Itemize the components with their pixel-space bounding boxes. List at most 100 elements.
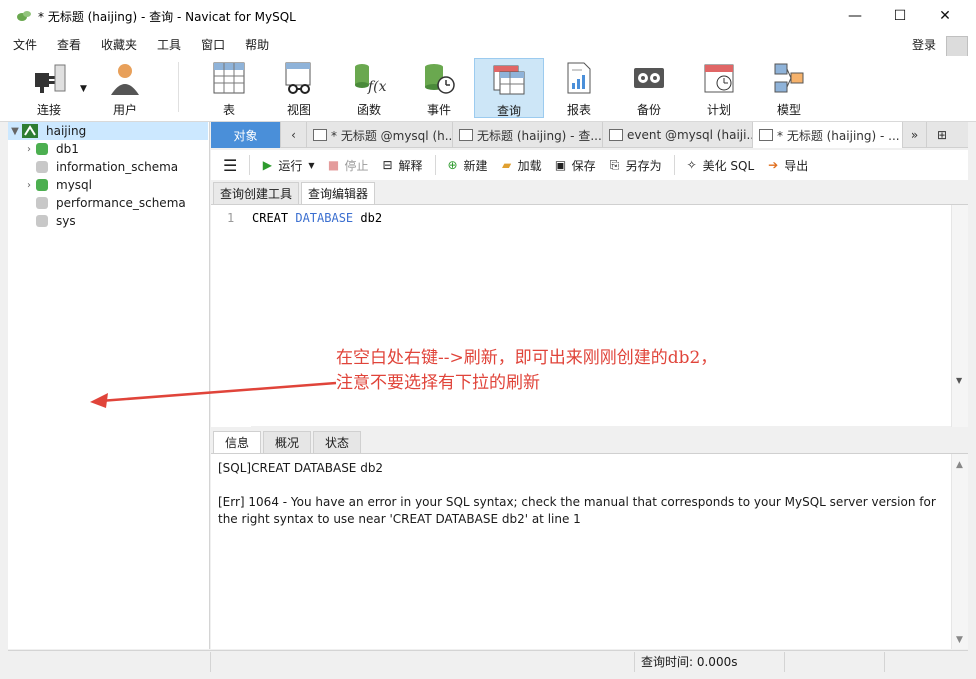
- tab-query-editor[interactable]: 查询编辑器: [301, 182, 376, 204]
- save-as-button[interactable]: ⎘ 另存为: [608, 157, 662, 174]
- table-tab-icon: [609, 129, 623, 141]
- menu-view[interactable]: 查看: [50, 36, 88, 53]
- tree-item-database[interactable]: › db1: [8, 140, 208, 158]
- menu-tools[interactable]: 工具: [150, 36, 188, 53]
- new-tab-icon[interactable]: ⊞: [927, 122, 957, 148]
- chevron-down-icon[interactable]: ▼: [80, 84, 87, 94]
- login-link[interactable]: 登录: [912, 36, 936, 53]
- scroll-down-arrow-icon[interactable]: ▼: [956, 376, 962, 385]
- stop-label: 停止: [344, 158, 369, 173]
- folder-icon: ▰: [501, 158, 512, 172]
- tab-objects[interactable]: 对象: [211, 122, 281, 148]
- save-button[interactable]: ▣ 保存: [554, 157, 596, 174]
- connection-label: haijing: [46, 124, 87, 138]
- status-cell: [8, 651, 211, 672]
- editor-scrollbar[interactable]: ▼: [951, 205, 968, 427]
- tree-item-database[interactable]: sys: [8, 212, 208, 230]
- save-label: 保存: [571, 158, 596, 173]
- tab-query[interactable]: * 无标题 @mysql (h...: [307, 122, 453, 148]
- toolbar-view-button[interactable]: 视图: [268, 58, 330, 118]
- beautify-sql-button[interactable]: ✧ 美化 SQL: [685, 157, 755, 174]
- close-button[interactable]: ✕: [922, 0, 968, 32]
- menu-file[interactable]: 文件: [6, 36, 44, 53]
- toolbar-separator: [249, 155, 251, 175]
- sql-code-line[interactable]: CREAT DATABASE db2: [252, 211, 382, 225]
- menu-bar: 文件 查看 收藏夹 工具 窗口 帮助 登录: [0, 32, 976, 56]
- database-label: db1: [56, 142, 79, 156]
- explain-button[interactable]: ⊟ 解释: [381, 157, 423, 174]
- tree-item-database[interactable]: › mysql: [8, 176, 208, 194]
- chevron-right-icon[interactable]: ›: [22, 144, 36, 155]
- toolbar-label: 用户: [112, 103, 137, 117]
- toolbar-event-button[interactable]: 事件: [408, 58, 470, 118]
- database-icon: [36, 161, 48, 173]
- toolbar-backup-button[interactable]: 备份: [618, 58, 680, 118]
- tab-event[interactable]: event @mysql (haiji...: [603, 122, 753, 148]
- toolbar-model-button[interactable]: 模型: [758, 58, 820, 118]
- database-icon: [36, 179, 48, 191]
- play-icon: ▶: [262, 158, 272, 172]
- chevron-down-icon[interactable]: ▼: [8, 126, 22, 137]
- toolbar-table-button[interactable]: 表: [198, 58, 260, 118]
- info-scrollbar[interactable]: ▲ ▼: [951, 454, 968, 649]
- menu-favorites[interactable]: 收藏夹: [94, 36, 144, 53]
- chevron-left-icon[interactable]: ‹: [281, 122, 307, 148]
- explain-icon: ⊟: [382, 158, 393, 172]
- minimize-button[interactable]: —: [832, 0, 878, 32]
- query-time-status: 查询时间: 0.000s: [635, 651, 785, 672]
- menu-window[interactable]: 窗口: [194, 36, 232, 53]
- table-icon: [209, 61, 249, 95]
- chevron-right-icon[interactable]: ›: [22, 180, 36, 191]
- tab-profile[interactable]: 概况: [263, 431, 311, 453]
- view-icon: [279, 61, 319, 95]
- menu-help[interactable]: 帮助: [238, 36, 276, 53]
- toolbar-label: 模型: [776, 103, 801, 117]
- save-as-label: 另存为: [625, 158, 662, 173]
- tab-info[interactable]: 信息: [213, 431, 261, 453]
- avatar[interactable]: [946, 36, 968, 58]
- document-tab-bar: 对象 ‹ * 无标题 @mysql (h... 无标题 (haijing) - …: [211, 122, 968, 148]
- load-label: 加载: [517, 158, 542, 173]
- new-query-button[interactable]: ⊕ 新建: [446, 157, 488, 174]
- mysql-connection-icon: [22, 124, 38, 138]
- tree-item-database[interactable]: performance_schema: [8, 194, 208, 212]
- toolbar-function-button[interactable]: f(x) 函数: [338, 58, 400, 118]
- toolbar-label: 报表: [566, 103, 591, 117]
- code-text: db2: [353, 211, 383, 225]
- database-label: mysql: [56, 178, 92, 192]
- toolbar-separator: [673, 155, 675, 175]
- error-message: [Err] 1064 - You have an error in your S…: [218, 495, 936, 526]
- run-button[interactable]: ▶ 运行 ▼: [260, 157, 315, 174]
- query-subtabs: 查询创建工具 查询编辑器: [211, 180, 968, 204]
- tab-query[interactable]: 无标题 (haijing) - 查...: [453, 122, 603, 148]
- load-button[interactable]: ▰ 加载: [500, 157, 542, 174]
- annotation-line-2: 注意不要选择有下拉的刷新: [336, 373, 540, 393]
- tree-item-connection[interactable]: ▼ haijing: [8, 122, 208, 140]
- database-label: performance_schema: [56, 196, 186, 210]
- chevron-down-icon[interactable]: ▼: [308, 161, 314, 170]
- menu-icon[interactable]: ☰: [223, 156, 237, 175]
- connection-icon: [29, 61, 69, 95]
- toolbar-label: 事件: [426, 103, 451, 117]
- tab-label: * 无标题 @mysql (h...: [331, 128, 453, 143]
- code-keyword: DATABASE: [295, 211, 354, 225]
- tab-query-active[interactable]: * 无标题 (haijing) - ...: [753, 122, 903, 148]
- query-tab-icon: [459, 129, 473, 141]
- scroll-up-arrow-icon[interactable]: ▲: [956, 460, 963, 470]
- scroll-down-arrow-icon[interactable]: ▼: [956, 635, 963, 645]
- toolbar-query-button[interactable]: 查询: [474, 58, 544, 118]
- tree-item-database[interactable]: information_schema: [8, 158, 208, 176]
- toolbar-user-button[interactable]: 用户: [94, 58, 156, 118]
- toolbar-schedule-button[interactable]: 计划: [688, 58, 750, 118]
- export-button[interactable]: ➔ 导出: [766, 157, 808, 174]
- event-icon: [419, 61, 459, 95]
- stop-button[interactable]: ■ 停止: [327, 157, 369, 174]
- maximize-button[interactable]: ☐: [877, 0, 923, 32]
- tab-overflow-icon[interactable]: »: [903, 122, 927, 148]
- tab-query-builder[interactable]: 查询创建工具: [213, 182, 300, 204]
- function-icon: f(x): [349, 61, 389, 95]
- toolbar-report-button[interactable]: 报表: [548, 58, 610, 118]
- window-title: * 无标题 (haijing) - 查询 - Navicat for MySQL: [38, 9, 296, 24]
- toolbar-connection-button[interactable]: 连接: [18, 58, 80, 118]
- tab-status[interactable]: 状态: [313, 431, 361, 453]
